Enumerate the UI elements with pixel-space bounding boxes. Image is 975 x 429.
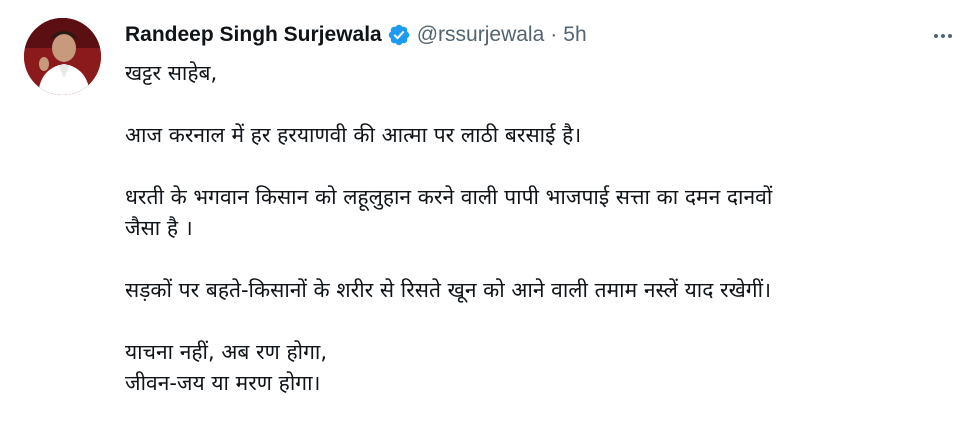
avatar[interactable] bbox=[24, 18, 101, 95]
tweet-line: याचना नहीं, अब रण होगा, bbox=[125, 340, 328, 364]
tweet-text: खट्टर साहेब, आज करनाल में हर हरयाणवी की … bbox=[125, 58, 955, 399]
more-options-icon[interactable] bbox=[929, 22, 957, 50]
verified-badge-icon bbox=[387, 23, 411, 47]
tweet-line: सड़कों पर बहते-किसानों के शरीर से रिसते … bbox=[125, 278, 772, 302]
tweet-line: जैसा है । bbox=[125, 216, 193, 240]
tweet-line: आज करनाल में हर हरयाणवी की आत्मा पर लाठी… bbox=[125, 123, 582, 147]
author-handle[interactable]: @rssurjewala bbox=[417, 23, 545, 47]
tweet-card[interactable]: Randeep Singh Surjewala @rssurjewala · 5… bbox=[0, 0, 975, 429]
separator-dot: · bbox=[550, 23, 558, 46]
tweet-timestamp[interactable]: 5h bbox=[563, 23, 586, 47]
tweet-line: जीवन-जय या मरण होगा। bbox=[125, 371, 321, 395]
tweet-line: खट्टर साहेब, bbox=[125, 61, 218, 85]
tweet-line: धरती के भगवान किसान को लहूलुहान करने वाल… bbox=[125, 185, 773, 209]
tweet-header: Randeep Singh Surjewala @rssurjewala · 5… bbox=[125, 20, 587, 50]
avatar-image bbox=[24, 18, 101, 95]
author-name[interactable]: Randeep Singh Surjewala bbox=[125, 23, 382, 47]
